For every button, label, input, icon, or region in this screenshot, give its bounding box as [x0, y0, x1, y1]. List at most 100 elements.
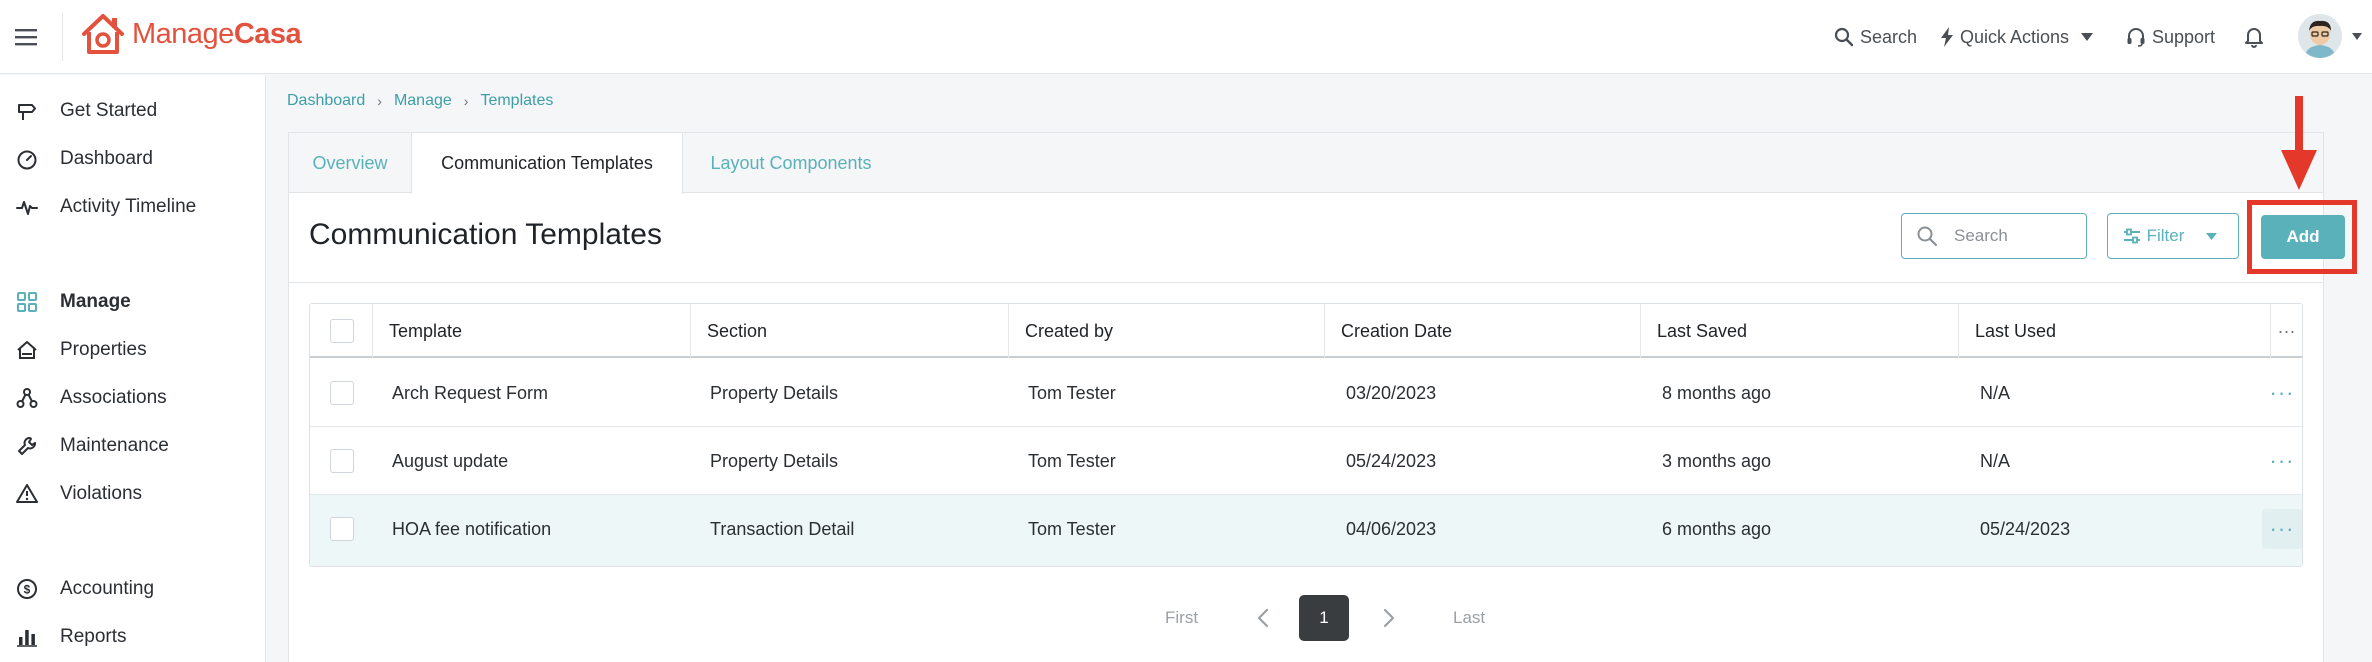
divider	[62, 13, 63, 61]
row-actions-icon[interactable]: ···	[2262, 509, 2302, 549]
tab-layout-components[interactable]: Layout Components	[683, 133, 899, 193]
cell-creation-date: 05/24/2023	[1346, 450, 1437, 471]
filter-button[interactable]: Filter	[2107, 213, 2239, 259]
cell-created-by: Tom Tester	[1028, 518, 1116, 539]
pagination-page-1[interactable]: 1	[1299, 595, 1349, 641]
sidebar-item-label: Get Started	[60, 100, 158, 121]
cell-template[interactable]: Arch Request Form	[392, 359, 548, 427]
bar-chart-icon	[14, 624, 40, 650]
notifications-button[interactable]	[2244, 22, 2270, 52]
cell-section: Property Details	[710, 382, 839, 403]
column-header-section[interactable]: Section	[690, 304, 1008, 358]
sidebar-item-activity-timeline[interactable]: Activity Timeline	[14, 191, 196, 223]
sidebar-item-accounting[interactable]: $ Accounting	[14, 573, 154, 605]
breadcrumb-separator-icon: ›	[377, 93, 382, 109]
table-row[interactable]: Arch Request Form Property Details Tom T…	[310, 359, 2302, 427]
select-all-checkbox[interactable]	[330, 319, 354, 343]
pagination-last[interactable]: Last	[1453, 595, 1485, 641]
tab-overview[interactable]: Overview	[289, 133, 411, 193]
sidebar-item-label: Properties	[60, 339, 147, 360]
sidebar-item-violations[interactable]: Violations	[14, 478, 142, 510]
cell-last-saved: 6 months ago	[1662, 518, 1772, 539]
quick-actions-label: Quick Actions	[1960, 26, 2070, 47]
user-avatar-icon	[2298, 14, 2342, 58]
row-checkbox[interactable]	[330, 449, 354, 473]
top-bar: ManageCasa Search Quick Actions Support	[0, 0, 2372, 74]
cell-creation-date: 04/06/2023	[1346, 518, 1437, 539]
warning-icon	[14, 481, 40, 507]
sidebar-item-properties[interactable]: Properties	[14, 334, 147, 366]
grid-icon	[14, 289, 40, 315]
wrench-icon	[14, 433, 40, 459]
column-header-creation-date[interactable]: Creation Date	[1324, 304, 1640, 358]
divider	[289, 282, 2323, 283]
avatar[interactable]	[2298, 14, 2342, 58]
pagination-next-icon[interactable]	[1383, 595, 1395, 641]
table-row[interactable]: August update Property Details Tom Teste…	[310, 427, 2302, 495]
pulse-icon	[14, 194, 40, 220]
sidebar-item-label: Dashboard	[60, 148, 153, 169]
cell-template[interactable]: August update	[392, 427, 508, 495]
down-arrow-annotation-icon	[2281, 96, 2317, 190]
templates-table: Template Section Created by Creation Dat…	[309, 303, 2303, 567]
cell-section: Property Details	[710, 450, 839, 471]
chevron-down-icon	[2206, 232, 2218, 240]
pagination-prev-icon[interactable]	[1257, 595, 1269, 641]
menu-icon[interactable]	[14, 22, 38, 52]
network-icon	[14, 385, 40, 411]
filter-label: Filter	[2146, 226, 2185, 245]
quick-actions-button[interactable]: Quick Actions	[1940, 22, 2099, 52]
column-header-last-saved[interactable]: Last Saved	[1640, 304, 1958, 358]
search-label: Search	[1860, 26, 1918, 47]
breadcrumb-manage[interactable]: Manage	[394, 92, 452, 110]
cell-created-by: Tom Tester	[1028, 450, 1116, 471]
app-logo[interactable]: ManageCasa	[80, 12, 302, 56]
sidebar-item-label: Accounting	[60, 578, 155, 599]
sidebar-item-label: Associations	[60, 387, 167, 408]
column-header-created-by[interactable]: Created by	[1008, 304, 1324, 358]
house-icon	[14, 337, 40, 363]
sidebar-item-label: Violations	[60, 483, 143, 504]
top-search-button[interactable]: Search	[1834, 22, 1917, 52]
cell-template[interactable]: HOA fee notification	[392, 495, 551, 563]
breadcrumb: Dashboard › Manage › Templates	[287, 92, 553, 110]
breadcrumb-templates[interactable]: Templates	[480, 92, 553, 110]
row-actions-icon[interactable]: ···	[2262, 441, 2302, 481]
house-logo-icon	[82, 14, 124, 54]
breadcrumb-dashboard[interactable]: Dashboard	[287, 92, 365, 110]
search-icon	[1917, 226, 1938, 247]
sidebar-item-dashboard[interactable]: Dashboard	[14, 143, 153, 175]
table-row[interactable]: HOA fee notification Transaction Detail …	[310, 495, 2302, 566]
column-header-last-used[interactable]: Last Used	[1958, 304, 2270, 358]
avatar-chevron-icon[interactable]	[2352, 33, 2362, 40]
row-actions-icon[interactable]: ···	[2262, 373, 2302, 413]
row-checkbox[interactable]	[330, 517, 354, 541]
support-button[interactable]: Support	[2126, 22, 2215, 52]
breadcrumb-separator-icon: ›	[463, 93, 469, 109]
support-label: Support	[2152, 26, 2216, 47]
search-input-wrapper[interactable]	[1901, 213, 2087, 259]
column-header-template[interactable]: Template	[372, 304, 690, 358]
cell-last-used: N/A	[1980, 382, 2011, 403]
sidebar-item-associations[interactable]: Associations	[14, 382, 167, 414]
cell-last-saved: 3 months ago	[1662, 450, 1772, 471]
pagination-first[interactable]: First	[1165, 595, 1198, 641]
add-button-highlight	[2247, 200, 2357, 274]
sidebar-item-label: Reports	[60, 626, 127, 647]
sliders-icon	[2123, 228, 2140, 244]
tab-communication-templates[interactable]: Communication Templates	[411, 133, 683, 194]
search-input[interactable]	[1954, 226, 2064, 246]
logo-text: ManageCasa	[132, 17, 302, 50]
cell-section: Transaction Detail	[710, 518, 855, 539]
lightning-icon	[1941, 27, 1953, 47]
cell-creation-date: 03/20/2023	[1346, 382, 1437, 403]
sidebar-item-maintenance[interactable]: Maintenance	[14, 430, 169, 462]
cell-last-used: N/A	[1980, 450, 2011, 471]
sidebar-item-get-started[interactable]: Get Started	[14, 95, 157, 127]
sidebar-item-reports[interactable]: Reports	[14, 621, 127, 653]
main-panel: Overview Communication Templates Layout …	[288, 132, 2345, 662]
row-checkbox[interactable]	[330, 381, 354, 405]
column-options-icon[interactable]: ···	[2270, 304, 2302, 358]
signpost-icon	[14, 98, 40, 124]
sidebar-item-manage[interactable]: Manage	[14, 286, 131, 318]
